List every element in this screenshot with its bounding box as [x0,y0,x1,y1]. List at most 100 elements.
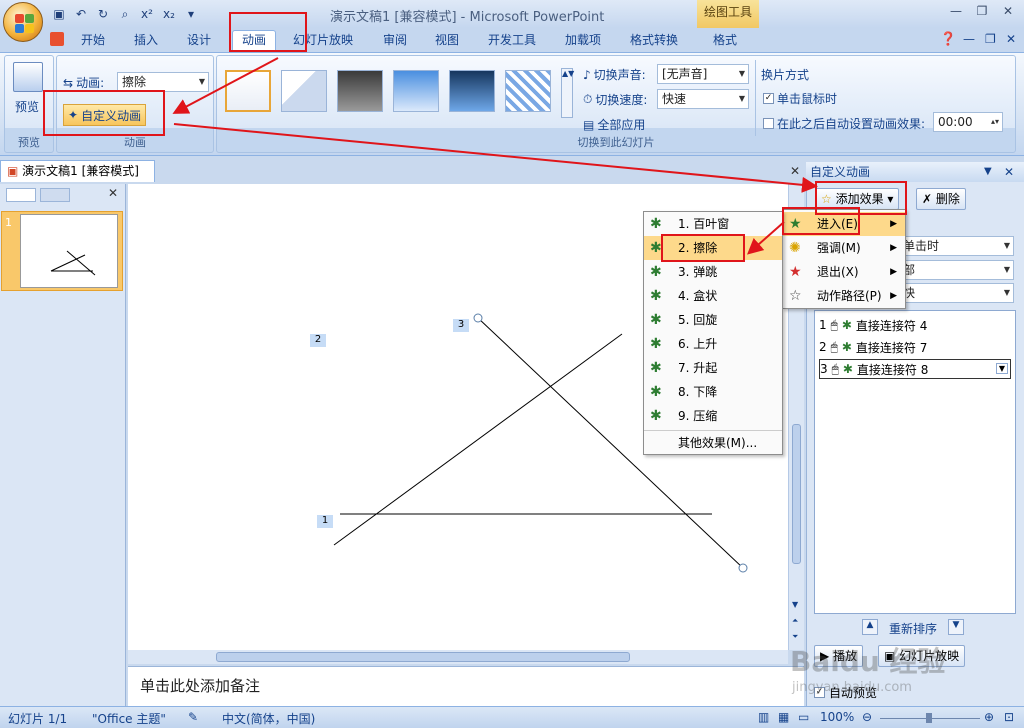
transition-black-thumb[interactable] [337,70,383,112]
prev-slide-icon[interactable]: ⏶ [792,616,798,626]
speed-select-pane[interactable]: 快 ▼ [898,283,1014,303]
play-button[interactable]: ▶ 播放 [814,645,864,667]
animation-list[interactable]: 1 🖱 ✱ 直接连接符 4 2 🖱 ✱ 直接连接符 7 3 🖱 ✱ 直接连接符 8 ▼ [814,310,1016,614]
tab-format[interactable]: 格式 [704,31,746,52]
menu-item-blinds[interactable]: ✱ 1. 百叶窗 [644,212,782,236]
subscript-icon[interactable]: x₂ [160,5,178,23]
tab-design[interactable]: 设计 [178,31,220,52]
normal-view-icon[interactable]: ▥ [758,710,769,724]
line-start-handle[interactable] [473,313,483,323]
menu-item-entrance[interactable]: ★ 进入(E) ▶ [783,212,905,236]
transition-cut-thumb[interactable] [393,70,439,112]
zoom-in-icon[interactable]: ⊕ [984,710,994,724]
scroll-thumb[interactable] [792,424,801,564]
menu-item-rise-up[interactable]: ✱ 6. 上升 [644,332,782,356]
sorter-view-icon[interactable]: ▦ [778,710,789,724]
tab-view[interactable]: 视图 [426,31,468,52]
speed-select[interactable]: 快速 ▼ [657,89,749,109]
minimize-icon[interactable]: — [944,2,968,20]
horizontal-scrollbar[interactable] [128,650,788,664]
menu-item-swivel[interactable]: ✱ 5. 回旋 [644,308,782,332]
transition-none-thumb[interactable] [225,70,271,112]
custom-animation-button[interactable]: ✦ 自定义动画 [63,104,147,126]
menu-item-wipe[interactable]: ✱ 2. 擦除 [644,236,782,260]
sound-select[interactable]: [无声音] ▼ [657,64,749,84]
doc-close-icon[interactable]: ✕ [1006,32,1016,46]
scroll-down-icon[interactable]: ▼ [792,600,798,609]
transition-dark-thumb[interactable] [449,70,495,112]
doc-close-icon[interactable]: ✕ [790,164,800,178]
tab-slideshow[interactable]: 幻灯片放映 [284,31,362,52]
transition-dissolve-thumb[interactable] [505,70,551,112]
move-up-icon[interactable]: ▲ [862,619,878,635]
auto-after-checkbox[interactable]: 在此之后自动设置动画效果: [763,115,925,132]
list-item[interactable]: 1 🖱 ✱ 直接连接符 4 [819,315,927,335]
preview-button[interactable]: 预览 [15,98,39,115]
tab-addins[interactable]: 加载项 [556,31,610,52]
document-tab[interactable]: ▣ 演示文稿1 [兼容模式] [0,160,155,182]
slides-tab[interactable] [6,188,36,202]
fit-window-icon[interactable]: ⊡ [1004,710,1014,724]
slideshow-view-icon[interactable]: ▭ [798,710,809,724]
autopreview-checkbox[interactable]: ✓ 自动预览 [814,684,877,701]
menu-item-ascend[interactable]: ✱ 7. 升起 [644,356,782,380]
tab-review[interactable]: 审阅 [374,31,416,52]
menu-item-exit[interactable]: ★ 退出(X) ▶ [783,260,905,284]
list-item[interactable]: 2 🖱 ✱ 直接连接符 7 [819,337,927,357]
hscroll-thumb[interactable] [216,652,630,662]
menu-item-more-effects[interactable]: 其他效果(M)... [644,430,782,454]
menu-item-motion-path[interactable]: ☆ 动作路径(P) ▶ [783,284,905,308]
transition-fade-thumb[interactable] [281,70,327,112]
list-item-selected[interactable]: 3 🖱 ✱ 直接连接符 8 ▼ [819,359,1011,379]
office-button[interactable] [3,2,43,42]
menu-item-compress[interactable]: ✱ 9. 压缩 [644,404,782,428]
gallery-scroll-icon[interactable]: ▲▼ [561,68,574,118]
apply-all-button[interactable]: ▤ 全部应用 [583,116,645,133]
doc-minimize-icon[interactable]: — [963,32,975,46]
menu-item-label: 8. 下降 [678,385,718,399]
on-click-checkbox[interactable]: ✓ 单击鼠标时 [763,90,837,107]
line-end-handle[interactable] [738,563,748,573]
preview-icon[interactable] [13,62,43,92]
move-down-icon[interactable]: ▼ [948,619,964,635]
start-select[interactable]: 单击时 ▼ [898,236,1014,256]
save-icon[interactable]: ▣ [50,5,68,23]
slideshow-button[interactable]: ▣ 幻灯片放映 [878,645,966,667]
delete-button[interactable]: ✗ 删除 [916,188,966,210]
redo-icon[interactable]: ↻ [94,5,112,23]
close-icon[interactable]: ✕ [996,2,1020,20]
zoom-out-icon[interactable]: ⊖ [862,710,872,724]
connector-line-2[interactable] [333,333,623,546]
slide-thumbnail[interactable] [20,214,118,288]
pane-close-icon[interactable]: ✕ [108,186,118,200]
notes-pane[interactable]: 单击此处添加备注 [128,666,804,706]
print-preview-icon[interactable]: ⌕ [116,5,134,23]
zoom-slider-thumb[interactable] [926,713,932,723]
superscript-icon[interactable]: x² [138,5,156,23]
direction-select[interactable]: 部 ▼ [898,260,1014,280]
help-icon[interactable]: ❓ [940,32,956,47]
doc-restore-icon[interactable]: ❐ [985,32,996,46]
tab-home[interactable]: 开始 [72,31,114,52]
tab-insert[interactable]: 插入 [125,31,167,52]
item-number: 2 [819,340,827,354]
spellcheck-icon[interactable]: ✎ [188,710,198,724]
add-effect-button[interactable]: ☆ 添加效果 ▾ [815,188,900,210]
outline-tab[interactable] [40,188,70,202]
customize-qat-icon[interactable]: ▾ [182,5,200,23]
tab-animations[interactable]: 动画 [232,30,277,51]
taskpane-menu-icon[interactable]: ▼ [984,162,992,182]
chevron-down-icon[interactable]: ▼ [995,363,1008,374]
animate-select[interactable]: 擦除 ▼ [117,72,209,92]
menu-item-descend[interactable]: ✱ 8. 下降 [644,380,782,404]
menu-item-emphasis[interactable]: ✺ 强调(M) ▶ [783,236,905,260]
taskpane-close-icon[interactable]: ✕ [1004,162,1014,182]
undo-icon[interactable]: ↶ [72,5,90,23]
auto-time-spinner[interactable]: 00:00 ▴▾ [933,112,1003,132]
tab-format-convert[interactable]: 格式转换 [621,31,687,52]
menu-item-box[interactable]: ✱ 4. 盒状 [644,284,782,308]
tab-developer[interactable]: 开发工具 [479,31,545,52]
maximize-icon[interactable]: ❐ [970,2,994,20]
next-slide-icon[interactable]: ⏷ [792,632,798,642]
menu-item-bounce[interactable]: ✱ 3. 弹跳 [644,260,782,284]
